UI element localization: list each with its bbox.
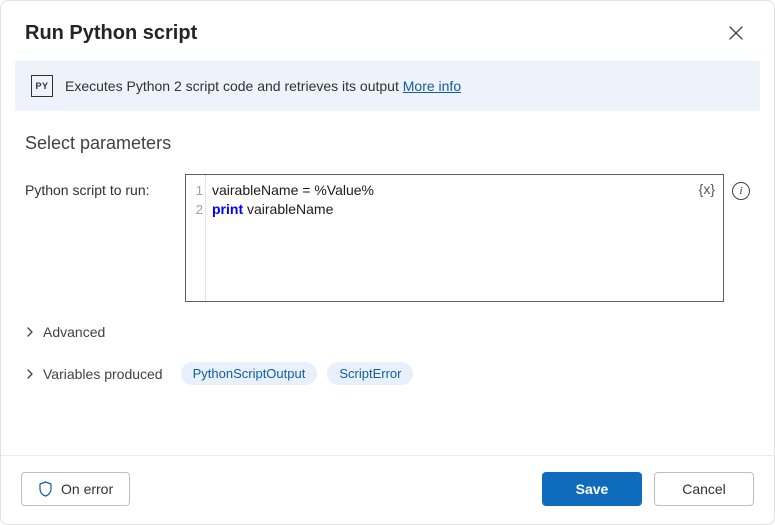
footer-right: Save Cancel (542, 472, 754, 506)
on-error-label: On error (61, 481, 113, 497)
run-python-dialog: Run Python script PY Executes Python 2 s… (0, 0, 775, 525)
python-badge-icon: PY (31, 75, 53, 97)
dialog-header: Run Python script (1, 1, 774, 61)
close-icon[interactable] (722, 19, 750, 47)
code-line: vairableName = %Value% (212, 181, 374, 200)
code-line: print vairableName (212, 200, 374, 219)
save-button[interactable]: Save (542, 472, 642, 506)
variable-chips: PythonScriptOutput ScriptError (181, 362, 414, 385)
dialog-footer: On error Save Cancel (1, 455, 774, 524)
info-bar: PY Executes Python 2 script code and ret… (15, 61, 760, 111)
param-row-script: Python script to run: 1 2 vairableName =… (25, 174, 750, 302)
more-info-link[interactable]: More info (403, 78, 461, 94)
on-error-button[interactable]: On error (21, 472, 130, 506)
chevron-right-icon (25, 327, 35, 337)
script-label: Python script to run: (25, 174, 175, 198)
variable-chip[interactable]: ScriptError (327, 362, 413, 385)
python-script-editor[interactable]: 1 2 vairableName = %Value%print vairable… (185, 174, 724, 302)
dialog-body: Select parameters Python script to run: … (1, 111, 774, 455)
line-gutter: 1 2 (186, 175, 206, 301)
shield-icon (38, 481, 53, 497)
code-area[interactable]: vairableName = %Value%print vairableName (206, 175, 382, 301)
info-text: Executes Python 2 script code and retrie… (65, 78, 403, 94)
variables-produced-expander[interactable]: Variables produced PythonScriptOutput Sc… (25, 362, 750, 385)
section-title: Select parameters (25, 133, 750, 154)
info-icon[interactable]: i (732, 182, 750, 200)
variable-chip[interactable]: PythonScriptOutput (181, 362, 318, 385)
dialog-title: Run Python script (25, 22, 197, 45)
insert-variable-icon[interactable]: {x} (699, 181, 715, 197)
variables-produced-label: Variables produced (43, 366, 163, 382)
advanced-label: Advanced (43, 324, 105, 340)
advanced-expander[interactable]: Advanced (25, 324, 750, 340)
editor-wrap: 1 2 vairableName = %Value%print vairable… (185, 174, 750, 302)
line-number: 1 (186, 181, 203, 200)
chevron-right-icon (25, 369, 35, 379)
info-text-wrap: Executes Python 2 script code and retrie… (65, 78, 461, 94)
line-number: 2 (186, 200, 203, 219)
cancel-button[interactable]: Cancel (654, 472, 754, 506)
